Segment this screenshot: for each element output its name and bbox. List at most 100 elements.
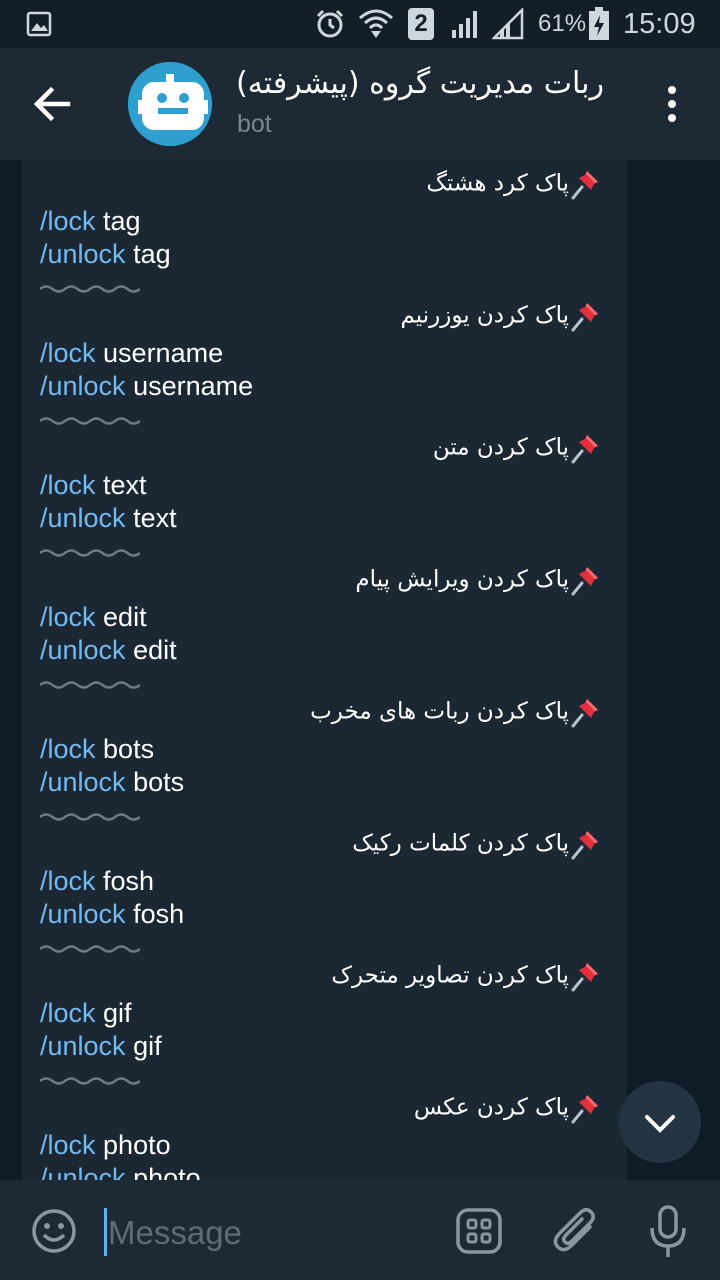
section-heading: پاک کردن تصاویر متحرک [331,960,601,992]
section-heading-text: پاک کردن ربات های مخرب [310,698,569,725]
lock-command-arg: edit [95,602,147,632]
lock-command-line: /lock username [40,338,223,369]
unlock-command-link[interactable]: /unlock [40,1163,126,1180]
lock-command-link[interactable]: /lock [40,470,96,500]
unlock-command-arg: photo [125,1163,201,1180]
unlock-command-line: /unlock bots [40,767,184,798]
section-heading-text: پاک کردن تصاویر متحرک [331,962,569,989]
lock-command-line: /lock text [40,470,147,501]
unlock-command-link[interactable]: /unlock [40,1031,126,1061]
clock: 15:09 [623,7,696,40]
unlock-command-link[interactable]: /unlock [40,503,126,533]
unlock-command-link[interactable]: /unlock [40,767,126,797]
unlock-command-link[interactable]: /unlock [40,635,126,665]
unlock-command-line: /unlock fosh [40,899,184,930]
pushpin-icon [571,567,598,596]
unlock-command-line: /unlock photo [40,1163,201,1180]
sim-badge: 2 [408,0,434,48]
section-heading-text: پاک کردن متن [432,434,569,461]
command-section: پاک کردن متن/lock text/unlock text [40,432,605,562]
chat-title[interactable]: ربات مدیریت گروه (پیشرفته) [236,66,604,101]
text-cursor [104,1208,107,1256]
lock-command-line: /lock edit [40,602,147,633]
back-button[interactable] [24,76,80,132]
section-heading: پاک کردن کلمات رکیک [352,828,601,860]
more-options-button[interactable] [652,84,692,124]
lock-command-link[interactable]: /lock [40,338,96,368]
message-input[interactable] [108,1210,428,1256]
command-section: پاک کردن تصاویر متحرک/lock gif/unlock gi… [40,960,605,1090]
scroll-down-button[interactable] [619,1081,701,1163]
section-heading-text: پاک کردن یوزرنیم [400,302,569,329]
signal-icon [450,0,482,48]
stickers-button[interactable] [455,1207,503,1259]
unlock-command-link[interactable]: /unlock [40,899,126,929]
command-section: پاک کردن عکس/lock photo/unlock photo [40,1092,605,1180]
microphone-button[interactable] [648,1204,688,1264]
unlock-command-arg: text [125,503,177,533]
unlock-command-arg: fosh [125,899,185,929]
unlock-command-link[interactable]: /unlock [40,371,126,401]
lock-command-link[interactable]: /lock [40,734,96,764]
lock-command-link[interactable]: /lock [40,1130,96,1160]
unlock-command-arg: bots [125,767,185,797]
command-section: پاک کردن ربات های مخرب/lock bots/unlock … [40,696,605,826]
paperclip-icon [553,1208,595,1252]
lock-command-arg: photo [95,1130,171,1160]
pushpin-icon [571,171,598,200]
signal-icon-2 [492,0,526,48]
lock-command-arg: text [95,470,147,500]
unlock-command-line: /unlock text [40,503,177,534]
microphone-icon [650,1205,686,1257]
unlock-command-line: /unlock username [40,371,253,402]
section-heading: پاک کرد هشتگ [426,168,601,200]
wavy-divider [40,945,140,953]
lock-command-arg: fosh [95,866,155,896]
wavy-divider [40,1077,140,1085]
sticker-grid-icon [456,1208,502,1254]
wavy-divider [40,417,140,425]
more-vertical-icon [668,86,676,122]
attach-button[interactable] [552,1205,602,1261]
wifi-icon [358,0,394,48]
emoji-button[interactable] [30,1207,78,1259]
lock-command-line: /lock tag [40,206,141,237]
lock-command-arg: tag [95,206,141,236]
section-heading-text: پاک کردن ویرایش پیام [355,566,569,593]
pushpin-icon [571,831,598,860]
unlock-command-arg: edit [125,635,177,665]
alarm-icon [314,0,346,48]
avatar[interactable] [128,62,212,146]
section-heading: پاک کردن ربات های مخرب [310,696,601,728]
command-section: پاک کردن ویرایش پیام/lock edit/unlock ed… [40,564,605,694]
chat-area[interactable]: پاک کرد هشتگ/lock tag/unlock tag پاک کردن… [0,160,720,1180]
lock-command-line: /lock bots [40,734,154,765]
command-section: پاک کرد هشتگ/lock tag/unlock tag [40,168,605,298]
wavy-divider [40,549,140,557]
lock-command-line: /lock photo [40,1130,171,1161]
unlock-command-arg: tag [125,239,171,269]
unlock-command-line: /unlock tag [40,239,171,270]
robot-avatar-icon [128,62,212,146]
lock-command-line: /lock fosh [40,866,154,897]
pushpin-icon [571,699,598,728]
battery-percent: 61% [538,10,587,37]
gallery-notification-icon [26,0,52,48]
section-heading-text: پاک کردن کلمات رکیک [352,830,569,857]
smile-icon [32,1209,76,1253]
section-heading-text: پاک کردن عکس [413,1094,569,1121]
command-section: پاک کردن کلمات رکیک/lock fosh/unlock fos… [40,828,605,958]
wavy-divider [40,681,140,689]
command-section: پاک کردن یوزرنیم/lock username/unlock us… [40,300,605,430]
unlock-command-link[interactable]: /unlock [40,239,126,269]
lock-command-link[interactable]: /lock [40,866,96,896]
lock-command-link[interactable]: /lock [40,206,96,236]
section-heading: پاک کردن یوزرنیم [400,300,601,332]
arrow-left-icon [33,86,71,122]
pushpin-icon [571,963,598,992]
lock-command-link[interactable]: /lock [40,602,96,632]
section-heading: پاک کردن متن [433,432,601,464]
lock-command-link[interactable]: /lock [40,998,96,1028]
unlock-command-arg: username [125,371,254,401]
unlock-command-line: /unlock edit [40,635,177,666]
